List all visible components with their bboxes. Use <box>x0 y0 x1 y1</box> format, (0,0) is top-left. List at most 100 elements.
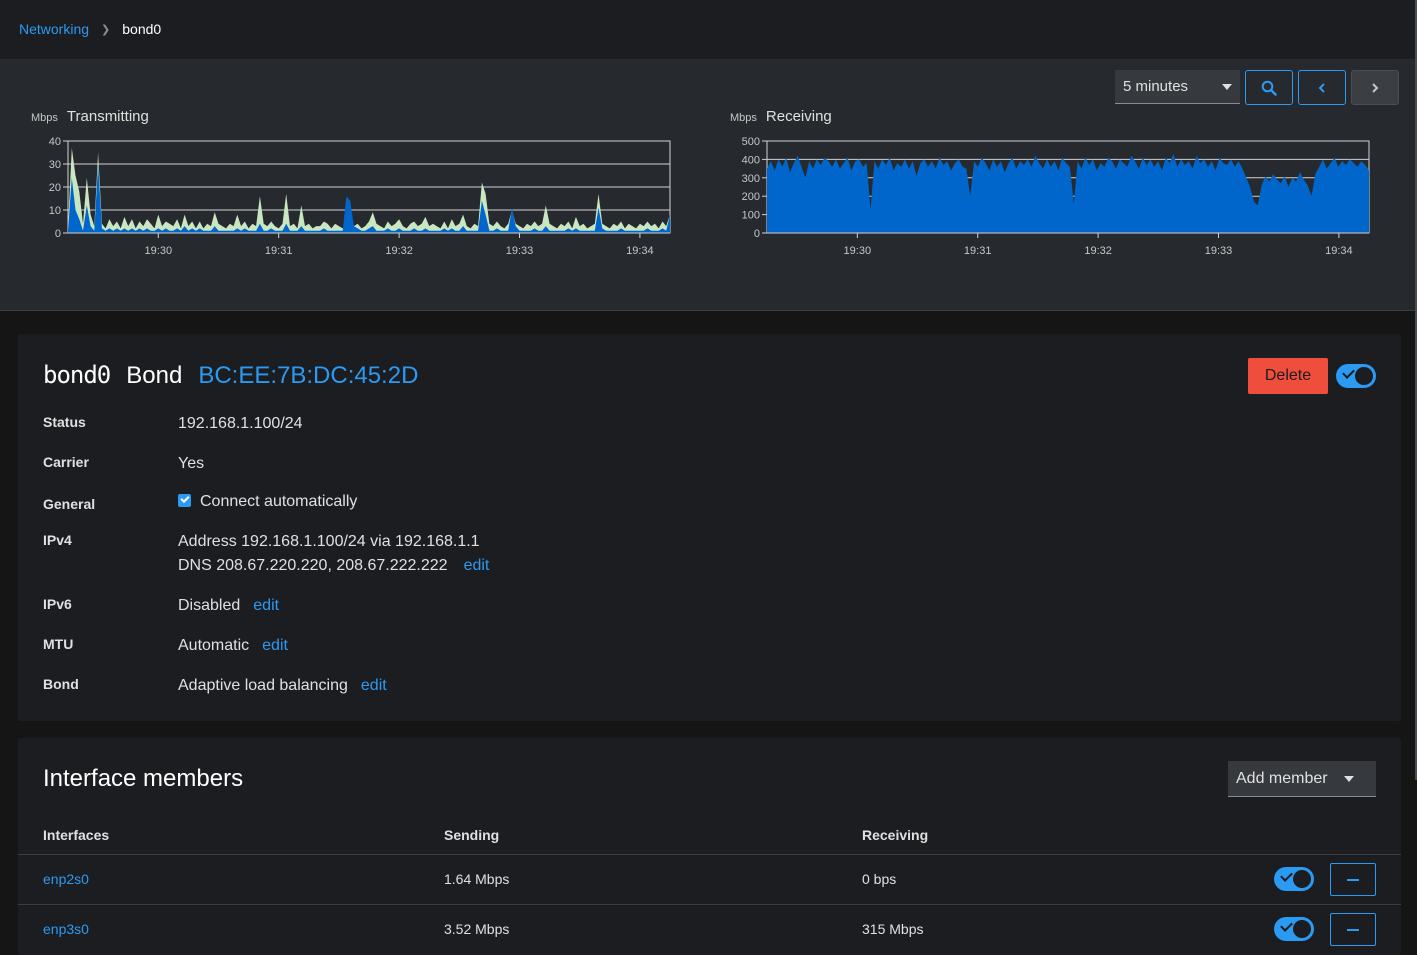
member-sending: 1.64 Mbps <box>444 871 510 887</box>
zoom-button[interactable] <box>1245 70 1293 105</box>
time-range-select[interactable]: 5 minutes <box>1115 70 1240 104</box>
member-sending: 3.52 Mbps <box>444 921 510 937</box>
ipv4-address: Address 192.168.1.100/24 via 192.168.1.1 <box>178 533 480 550</box>
connect-automatically-checkbox[interactable] <box>178 494 191 507</box>
members-title: Interface members <box>43 765 244 792</box>
bond-mode-value: Adaptive load balancing <box>178 677 348 694</box>
device-name: bond0 <box>43 361 111 389</box>
property-label: MTU <box>43 636 74 652</box>
x-tick-label: 19:33 <box>506 245 534 257</box>
rx-unit: Mbps <box>730 112 757 124</box>
tx-unit: Mbps <box>31 112 58 124</box>
breadcrumb-current: bond0 <box>122 21 162 37</box>
ipv4-edit-link[interactable]: edit <box>464 557 490 574</box>
chevron-right-icon <box>1372 82 1379 93</box>
device-type: Bond <box>126 362 183 389</box>
property-row-general: General Connect automatically <box>43 490 1343 514</box>
delete-button[interactable]: Delete <box>1248 358 1328 394</box>
breadcrumb-networking-link[interactable]: Networking <box>19 21 89 37</box>
chevron-left-icon <box>1318 82 1325 93</box>
check-icon <box>1280 919 1293 932</box>
transmitting-chart: 0 10 20 30 40 19:30 19:31 19:32 19:33 19:34 <box>49 136 671 257</box>
interface-members-card: Interface members Add member Interfaces … <box>18 738 1401 955</box>
series-area-0 <box>767 153 1369 233</box>
x-tick-label: 19:31 <box>964 245 992 257</box>
rx-title: Receiving <box>765 108 832 125</box>
y-tick-label: 10 <box>49 205 61 217</box>
y-tick-label: 500 <box>742 136 760 148</box>
property-row-ipv4: IPv4 Address 192.168.1.100/24 via 192.16… <box>43 530 1343 578</box>
rx-graph-title: Mbps Receiving <box>730 108 832 125</box>
x-tick-label: 19:30 <box>145 245 173 257</box>
graph-range-controls: 5 minutes <box>1115 70 1399 105</box>
y-tick-label: 0 <box>754 228 760 240</box>
ipv6-value: Disabled <box>178 597 241 614</box>
y-tick-label: 200 <box>742 191 760 203</box>
time-range-value: 5 minutes <box>1123 78 1189 95</box>
y-tick-label: 40 <box>49 136 61 148</box>
mtu-value: Automatic <box>178 637 250 654</box>
breadcrumb: Networking ❯ bond0 <box>19 21 161 37</box>
toggle-knob <box>1293 870 1311 888</box>
member-receiving: 0 bps <box>862 871 897 887</box>
x-tick-label: 19:34 <box>1325 245 1353 257</box>
property-label: IPv6 <box>43 596 72 612</box>
device-enable-toggle[interactable] <box>1336 364 1376 388</box>
y-tick-label: 400 <box>742 154 760 166</box>
y-tick-label: 30 <box>49 159 61 171</box>
device-details-card: bond0 Bond BC:EE:7B:DC:45:2D Delete Stat… <box>18 334 1401 721</box>
add-member-dropdown[interactable]: Add member <box>1228 761 1376 797</box>
bond-edit-link[interactable]: edit <box>361 677 387 694</box>
property-value: Address 192.168.1.100/24 via 192.168.1.1… <box>178 530 489 578</box>
y-tick-label: 20 <box>49 182 61 194</box>
device-mac: BC:EE:7B:DC:45:2D <box>198 362 419 389</box>
y-tick-label: 100 <box>742 210 760 222</box>
property-label: General <box>43 496 96 512</box>
property-value: Adaptive load balancing edit <box>178 674 387 698</box>
member-interface-link[interactable]: enp3s0 <box>43 921 89 937</box>
x-tick-label: 19:32 <box>1084 245 1112 257</box>
check-icon <box>1342 366 1355 379</box>
column-header-sending: Sending <box>444 827 500 843</box>
series-area-0 <box>68 147 670 233</box>
ipv6-edit-link[interactable]: edit <box>253 597 279 614</box>
member-receiving: 315 Mbps <box>862 921 924 937</box>
column-header-interfaces: Interfaces <box>43 827 110 843</box>
connect-automatically-label: Connect automatically <box>200 493 358 510</box>
x-tick-label: 19:31 <box>265 245 293 257</box>
previous-range-button[interactable] <box>1298 70 1346 105</box>
x-tick-label: 19:32 <box>385 245 413 257</box>
remove-member-button[interactable] <box>1330 913 1376 946</box>
property-value: Automatic edit <box>178 634 288 658</box>
mtu-edit-link[interactable]: edit <box>262 637 288 654</box>
toggle-knob <box>1293 920 1311 938</box>
traffic-graphs-section: 5 minutes Mbps Transmitting 0 10 20 30 40 19:… <box>0 60 1417 311</box>
property-value: 192.168.1.100/24 <box>178 415 303 432</box>
table-row: enp2s0 1.64 Mbps 0 bps <box>18 854 1401 905</box>
member-enable-toggle[interactable] <box>1274 867 1314 891</box>
caret-down-icon <box>1344 775 1354 782</box>
add-member-label: Add member <box>1236 769 1328 787</box>
property-row-bond: Bond Adaptive load balancing edit <box>43 674 1343 698</box>
x-tick-label: 19:30 <box>844 245 872 257</box>
y-tick-label: 300 <box>742 173 760 185</box>
next-range-button[interactable] <box>1351 70 1399 105</box>
member-interface-link[interactable]: enp2s0 <box>43 871 89 887</box>
property-value: Connect automatically <box>178 490 357 514</box>
x-tick-label: 19:33 <box>1205 245 1233 257</box>
table-row: enp3s0 3.52 Mbps 315 Mbps <box>18 904 1401 955</box>
property-row-status: Status 192.168.1.100/24 <box>43 412 1343 436</box>
check-icon <box>1280 869 1293 882</box>
member-enable-toggle[interactable] <box>1274 917 1314 941</box>
property-label: IPv4 <box>43 532 72 548</box>
property-value: Disabled edit <box>178 594 279 618</box>
x-tick-label: 19:34 <box>626 245 654 257</box>
caret-down-icon <box>1222 83 1232 90</box>
chevron-right-icon: ❯ <box>101 23 111 36</box>
ipv4-dns: DNS 208.67.220.220, 208.67.222.222 <box>178 557 448 574</box>
property-label: Bond <box>43 676 79 692</box>
property-row-carrier: Carrier Yes <box>43 452 1343 476</box>
page-header: Networking ❯ bond0 <box>0 0 1417 60</box>
remove-member-button[interactable] <box>1330 863 1376 896</box>
device-header: bond0 Bond BC:EE:7B:DC:45:2D <box>43 361 418 390</box>
